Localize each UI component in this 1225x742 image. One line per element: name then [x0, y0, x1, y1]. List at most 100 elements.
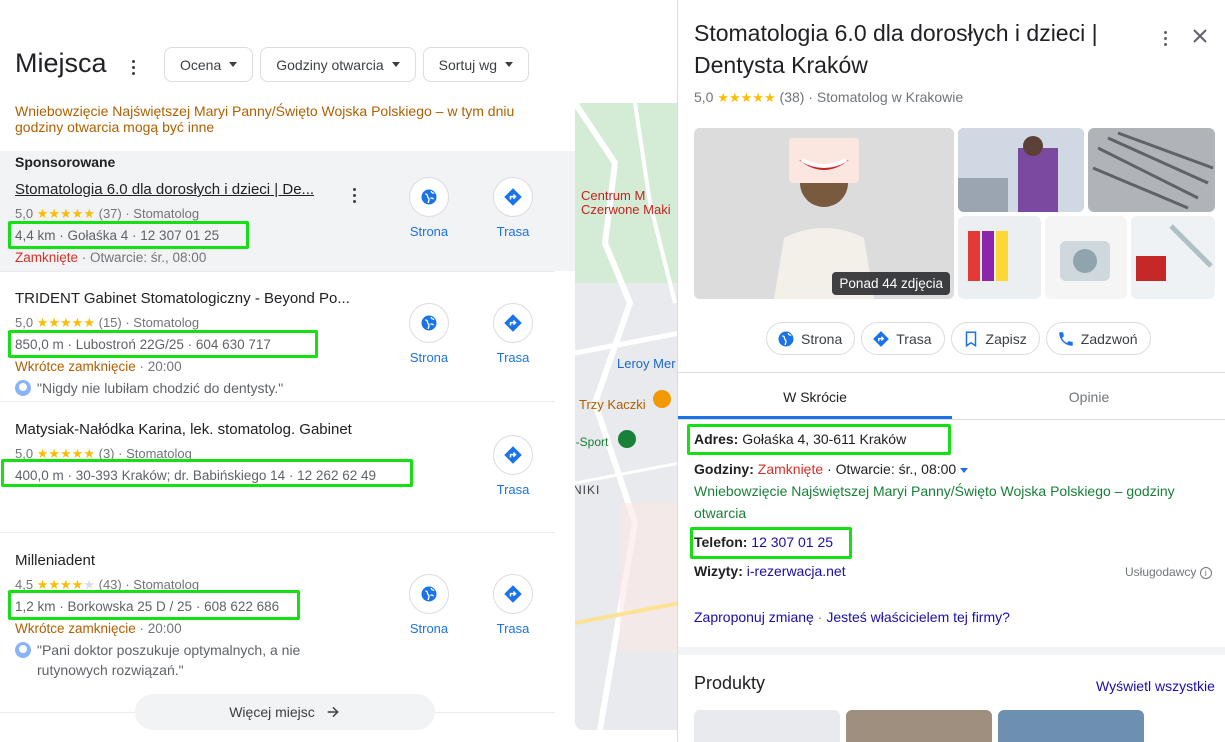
filter-sort[interactable]: Sortuj wg — [422, 47, 529, 82]
rating-value: 5,0 — [694, 89, 714, 105]
directions-icon — [493, 435, 533, 475]
view-all-products-link[interactable]: Wyświetl wszystkie — [1096, 678, 1215, 694]
map-label: i-Sport — [575, 435, 609, 449]
more-places-button[interactable]: Więcej miejsc — [135, 694, 435, 730]
chevron-down-icon — [391, 62, 400, 67]
avatar-icon — [15, 642, 31, 658]
map-label: Trzy Kaczki — [579, 397, 646, 412]
more-options-icon[interactable] — [126, 55, 140, 79]
list-item[interactable]: Matysiak-Nałódka Karina, lek. stomatolog… — [0, 421, 560, 531]
list-item[interactable]: Milleniadent 4,5 ★★★★★ (43) · Stomatolog… — [0, 552, 560, 682]
website-button[interactable]: Strona — [399, 303, 459, 365]
status-detail: · 20:00 — [135, 359, 182, 374]
action-label: Strona — [801, 330, 843, 347]
list-item[interactable]: Stomatologia 6.0 dla dorosłych i dzieci … — [0, 177, 560, 271]
tab-overview[interactable]: W Skrócie — [678, 375, 952, 419]
directions-label: Trasa — [496, 482, 530, 497]
website-button[interactable]: Strona — [399, 177, 459, 239]
photo-thumbnail[interactable] — [1131, 216, 1215, 299]
stars-icon: ★★★★★ — [717, 90, 776, 105]
main-photo[interactable]: Ponad 44 zdjęcia — [694, 128, 954, 299]
globe-icon — [409, 303, 449, 343]
claim-business-link[interactable]: Jesteś właścicielem tej firmy? — [826, 609, 1010, 625]
filter-rating[interactable]: Ocena — [164, 47, 254, 82]
website-label: Strona — [409, 350, 449, 365]
product-thumbnail[interactable] — [998, 710, 1144, 742]
status-closing-soon: Wkrótce zamknięcie — [15, 621, 136, 636]
result-name[interactable]: Milleniadent — [15, 552, 215, 569]
filter-label: Godziny otwarcia — [276, 56, 384, 73]
photo-thumbnail[interactable] — [1088, 128, 1215, 212]
directions-label: Trasa — [496, 350, 530, 365]
result-status: Wkrótce zamknięcie · 20:00 — [15, 359, 182, 374]
product-thumbnail[interactable] — [846, 710, 992, 742]
visits-label: Wizyty: — [694, 563, 743, 579]
website-button[interactable]: Strona — [399, 574, 459, 636]
directions-icon — [493, 574, 533, 614]
highlight-box — [8, 221, 249, 249]
list-item[interactable]: TRIDENT Gabinet Stomatologiczny - Beyond… — [0, 290, 560, 400]
directions-button[interactable]: Trasa — [861, 322, 945, 355]
visits-row: Wizyty: i-rezerwacja.net — [694, 560, 846, 582]
status-closed: Zamknięte — [15, 250, 79, 265]
divider — [0, 271, 555, 272]
directions-button[interactable]: Trasa — [483, 435, 543, 497]
call-button[interactable]: Zadzwoń — [1045, 322, 1151, 355]
review-count[interactable]: (38) — [780, 89, 805, 105]
results-panel: Miejsca Ocena Godziny otwarcia Sortuj wg… — [0, 0, 575, 742]
divider — [0, 401, 555, 402]
photo-thumbnail[interactable] — [958, 216, 1041, 299]
more-options-icon[interactable] — [1158, 26, 1172, 50]
result-name[interactable]: Stomatologia 6.0 dla dorosłych i dzieci … — [15, 181, 340, 198]
provider-note[interactable]: Usługodawcy i — [1125, 565, 1212, 579]
section-divider — [678, 647, 1225, 655]
map[interactable]: Centrum M Czerwone Maki Leroy Mer Trzy Ka… — [575, 103, 680, 730]
photo-thumbnail[interactable] — [1045, 216, 1127, 299]
map-label: Centrum M Czerwone Maki — [581, 188, 671, 217]
filter-bar: Ocena Godziny otwarcia Sortuj wg — [164, 47, 529, 82]
review-text: "Pani doktor poszukuje optymalnych, a ni… — [37, 642, 301, 678]
save-button[interactable]: Zapisz — [950, 322, 1040, 355]
filter-hours[interactable]: Godziny otwarcia — [260, 47, 416, 82]
product-thumbnail[interactable] — [694, 710, 840, 742]
photo-thumbnail[interactable] — [958, 128, 1084, 212]
info-icon[interactable]: i — [1199, 566, 1212, 579]
products-title: Produkty — [694, 673, 766, 693]
website-button[interactable]: Strona — [766, 322, 856, 355]
bookmark-icon — [965, 331, 976, 347]
more-places-label: Więcej miejsc — [229, 704, 315, 720]
photo-count[interactable]: Ponad 44 zdjęcia — [832, 272, 950, 295]
result-name[interactable]: TRIDENT Gabinet Stomatologiczny - Beyond… — [15, 290, 370, 307]
result-status: Zamknięte · Otwarcie: śr., 08:00 — [15, 250, 206, 265]
directions-button[interactable]: Trasa — [483, 177, 543, 239]
result-category: Stomatolog — [133, 315, 200, 330]
result-status: Wkrótce zamknięcie · 20:00 — [15, 621, 182, 636]
directions-icon — [873, 330, 890, 347]
photo-image — [1131, 216, 1215, 299]
hours-row[interactable]: Godziny: Zamknięte · Otwarcie: śr., 08:0… — [694, 458, 969, 480]
directions-label: Trasa — [496, 224, 530, 239]
directions-icon — [493, 177, 533, 217]
more-options-icon[interactable] — [347, 183, 361, 207]
hours-detail: · Otwarcie: śr., 08:00 — [823, 461, 957, 477]
highlight-box — [8, 590, 300, 620]
photo-image — [958, 216, 1041, 299]
website-label: Strona — [409, 224, 449, 239]
directions-button[interactable]: Trasa — [483, 303, 543, 365]
booking-link[interactable]: i-rezerwacja.net — [747, 563, 846, 579]
stars-icon: ★★★★★ — [36, 206, 95, 221]
chevron-down-icon[interactable] — [960, 467, 969, 473]
photo-gallery[interactable]: Ponad 44 zdjęcia — [694, 128, 1215, 299]
close-icon[interactable] — [1188, 24, 1212, 48]
tab-reviews[interactable]: Opinie — [952, 375, 1225, 419]
place-details-panel: Stomatologia 6.0 dla dorosłych i dzieci … — [677, 0, 1225, 742]
stars-icon: ★★★★★ — [36, 315, 95, 330]
directions-button[interactable]: Trasa — [483, 574, 543, 636]
suggest-edit-link[interactable]: Zaproponuj zmianę — [694, 609, 814, 625]
result-name[interactable]: Matysiak-Nałódka Karina, lek. stomatolog… — [15, 421, 395, 438]
rating-value: 5,0 — [15, 206, 34, 221]
highlight-box — [8, 330, 318, 358]
directions-label: Trasa — [496, 621, 530, 636]
review-text: "Nigdy nie lubiłam chodzić do dentysty." — [37, 380, 284, 396]
action-label: Zadzwoń — [1080, 330, 1138, 347]
